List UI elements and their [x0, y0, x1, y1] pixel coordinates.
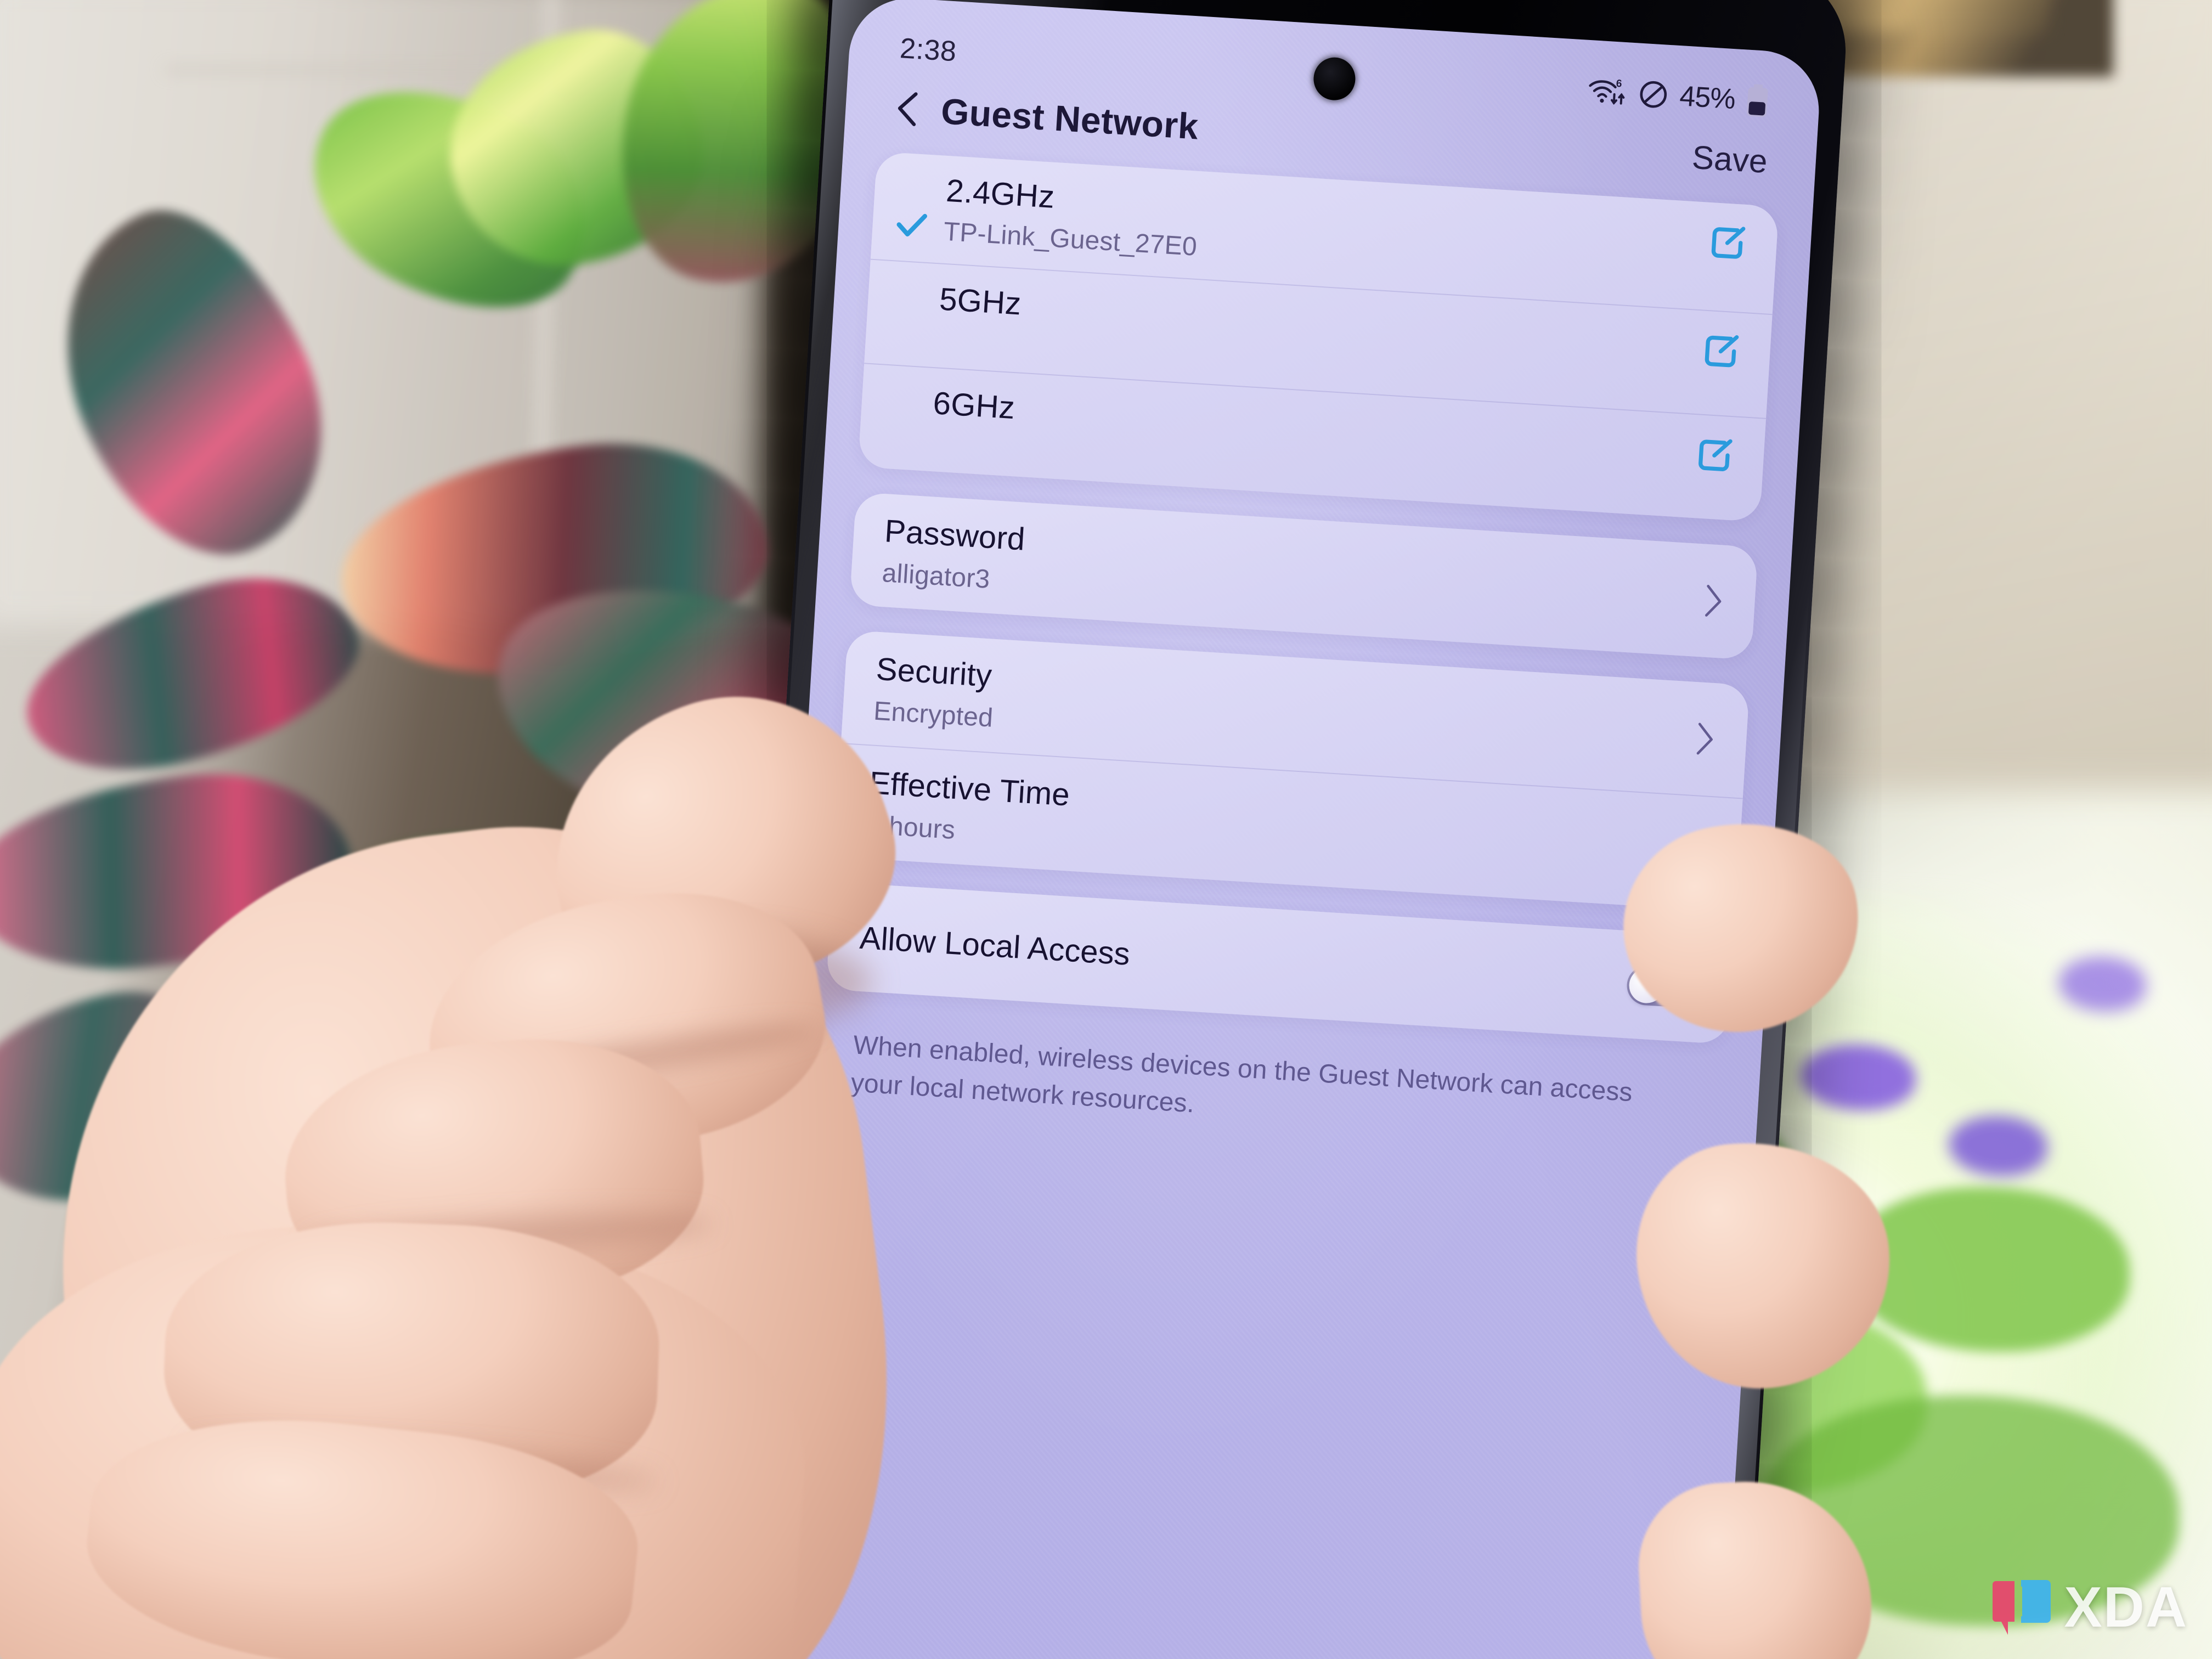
back-chevron-icon[interactable] [887, 87, 930, 130]
allow-local-access-card: Allow Local Access [826, 882, 1735, 1045]
check-icon [896, 213, 927, 236]
photo-scene: 2:38 6 45% Guest Network Save 2.4GHz TP-… [0, 0, 2212, 1659]
do-not-disturb-icon [1640, 81, 1667, 108]
edit-icon[interactable] [1692, 433, 1736, 477]
battery-icon [1747, 84, 1768, 117]
svg-text:6: 6 [1616, 78, 1622, 90]
xda-wordmark: XDA [2064, 1576, 2188, 1639]
battery-percent-label: 45% [1678, 80, 1736, 116]
wifi-6-icon: 6 [1589, 78, 1625, 105]
xda-watermark: XDA [1989, 1575, 2188, 1640]
picture-frame-inner [1817, 0, 2047, 33]
xda-logo-icon [1993, 1579, 2051, 1635]
status-clock: 2:38 [899, 32, 958, 68]
edit-icon[interactable] [1705, 221, 1749, 265]
phone-screen: 2:38 6 45% Guest Network Save 2.4GHz TP-… [747, 0, 1822, 1659]
chevron-right-icon [1705, 585, 1722, 617]
security-time-card: Security Encrypted Effective Time 4 hour… [834, 630, 1750, 912]
toggle-row-allow-local-access[interactable]: Allow Local Access [826, 882, 1734, 1045]
edit-icon[interactable] [1699, 329, 1742, 373]
chevron-right-icon [1696, 723, 1713, 755]
password-card: Password alligator3 [849, 492, 1758, 661]
toggle-label: Allow Local Access [859, 919, 1131, 972]
page-title: Guest Network [940, 91, 1200, 147]
save-button[interactable]: Save [1685, 134, 1774, 184]
band-list-card: 2.4GHz TP-Link_Guest_27E0 5GHz 6GHz [857, 151, 1779, 522]
setting-row-password[interactable]: Password alligator3 [849, 492, 1758, 660]
